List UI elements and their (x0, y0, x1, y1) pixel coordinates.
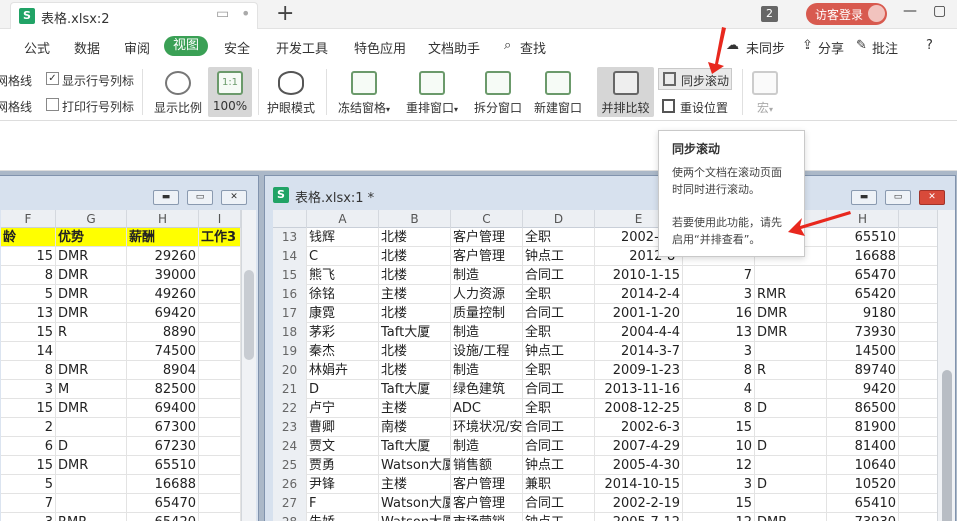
red-arrow-left (788, 211, 851, 236)
red-arrow-up (708, 27, 726, 74)
annotation-arrows (708, 27, 851, 236)
